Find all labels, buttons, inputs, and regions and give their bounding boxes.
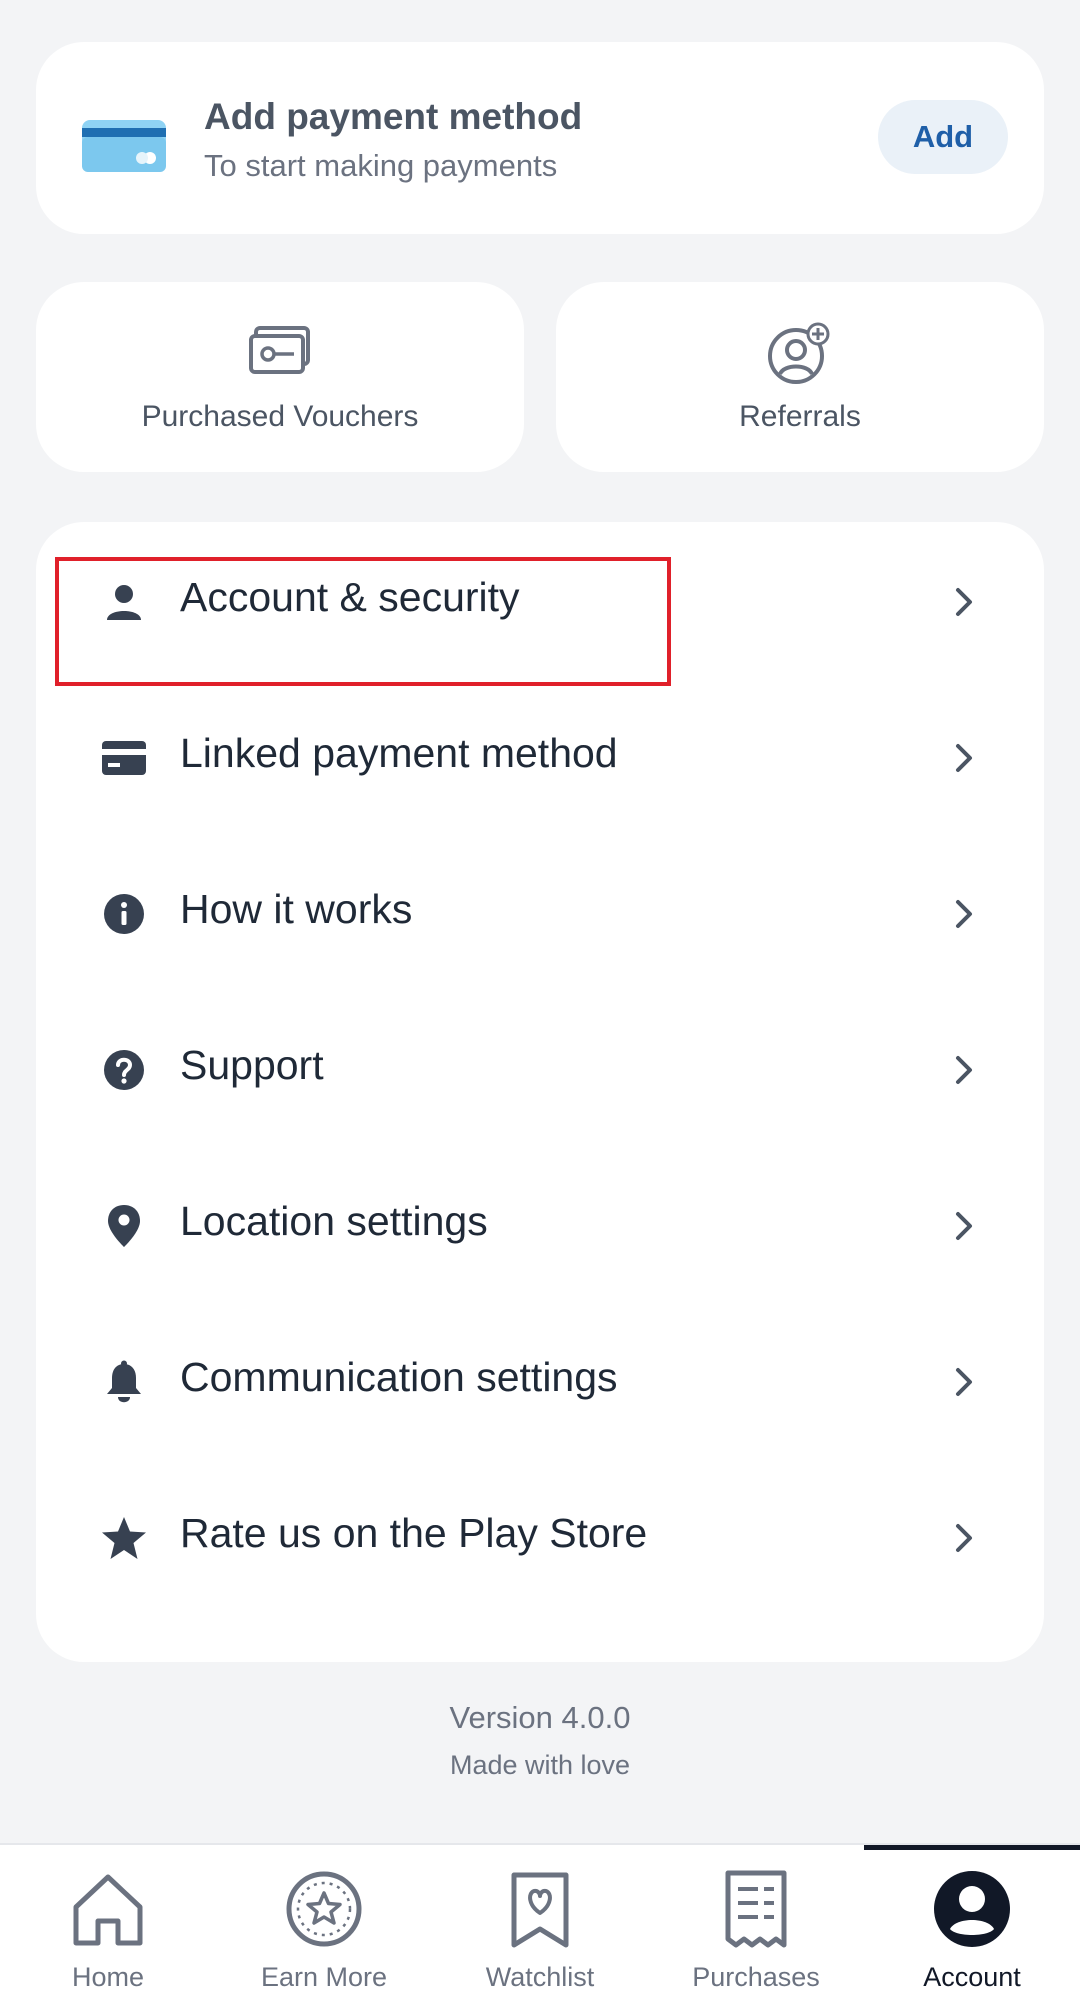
- settings-menu: Account & security Linked payment method…: [36, 522, 1044, 1662]
- nav-account[interactable]: Account: [864, 1845, 1080, 2005]
- watchlist-heart-icon: [511, 1872, 569, 1948]
- nav-label: Purchases: [692, 1962, 820, 1992]
- payment-card-title: Add payment method: [204, 96, 583, 137]
- referral-add-user-icon: [768, 322, 830, 384]
- menu-item-label: Support: [180, 1042, 324, 1088]
- menu-item-label: Rate us on the Play Store: [180, 1510, 648, 1556]
- receipt-icon: [725, 1870, 787, 1948]
- nav-label: Watchlist: [485, 1962, 595, 1992]
- chevron-right-icon: [956, 1524, 972, 1552]
- earn-star-icon: [286, 1871, 362, 1947]
- menu-item-how-it-works[interactable]: How it works: [36, 836, 1044, 992]
- referrals-label: Referrals: [739, 400, 861, 433]
- menu-item-label: Linked payment method: [180, 730, 618, 776]
- credit-card-icon: [82, 120, 166, 172]
- menu-item-support[interactable]: Support: [36, 992, 1044, 1148]
- chevron-right-icon: [956, 1368, 972, 1396]
- payment-card-subtitle: To start making payments: [204, 148, 558, 183]
- home-icon: [73, 1874, 143, 1946]
- location-pin-icon: [98, 1200, 150, 1252]
- nav-watchlist[interactable]: Watchlist: [432, 1845, 648, 2005]
- app-version: Version 4.0.0: [449, 1700, 631, 1735]
- chevron-right-icon: [956, 1212, 972, 1240]
- nav-earn-more[interactable]: Earn More: [216, 1845, 432, 2005]
- nav-label: Account: [923, 1962, 1021, 1992]
- chevron-right-icon: [956, 588, 972, 616]
- voucher-icon: [249, 326, 310, 374]
- add-payment-card[interactable]: Add payment method To start making payme…: [36, 42, 1044, 234]
- menu-item-linked-payment[interactable]: Linked payment method: [36, 680, 1044, 836]
- referrals-tile[interactable]: Referrals: [556, 282, 1044, 472]
- star-icon: [98, 1512, 150, 1564]
- nav-home[interactable]: Home: [0, 1845, 216, 2005]
- nav-label: Home: [71, 1962, 145, 1992]
- bottom-navigation: Home Earn More Watchlist Purchases Accou…: [0, 1843, 1080, 2005]
- highlight-box: [55, 557, 671, 686]
- menu-item-communication-settings[interactable]: Communication settings: [36, 1304, 1044, 1460]
- nav-purchases[interactable]: Purchases: [648, 1845, 864, 2005]
- made-with-love: Made with love: [449, 1750, 631, 1780]
- chevron-right-icon: [956, 900, 972, 928]
- purchased-vouchers-tile[interactable]: Purchased Vouchers: [36, 282, 524, 472]
- chevron-right-icon: [956, 1056, 972, 1084]
- menu-item-label: How it works: [180, 886, 413, 932]
- purchased-vouchers-label: Purchased Vouchers: [141, 400, 419, 433]
- question-icon: [98, 1044, 150, 1096]
- nav-label: Earn More: [260, 1962, 388, 1992]
- info-icon: [98, 888, 150, 940]
- menu-item-location-settings[interactable]: Location settings: [36, 1148, 1044, 1304]
- card-icon: [98, 732, 150, 784]
- menu-item-label: Communication settings: [180, 1354, 618, 1400]
- menu-item-rate-play-store[interactable]: Rate us on the Play Store: [36, 1460, 1044, 1616]
- chevron-right-icon: [956, 744, 972, 772]
- account-avatar-icon: [934, 1871, 1010, 1947]
- bell-icon: [98, 1356, 150, 1408]
- add-payment-button[interactable]: Add: [878, 100, 1008, 174]
- menu-item-label: Location settings: [180, 1198, 488, 1244]
